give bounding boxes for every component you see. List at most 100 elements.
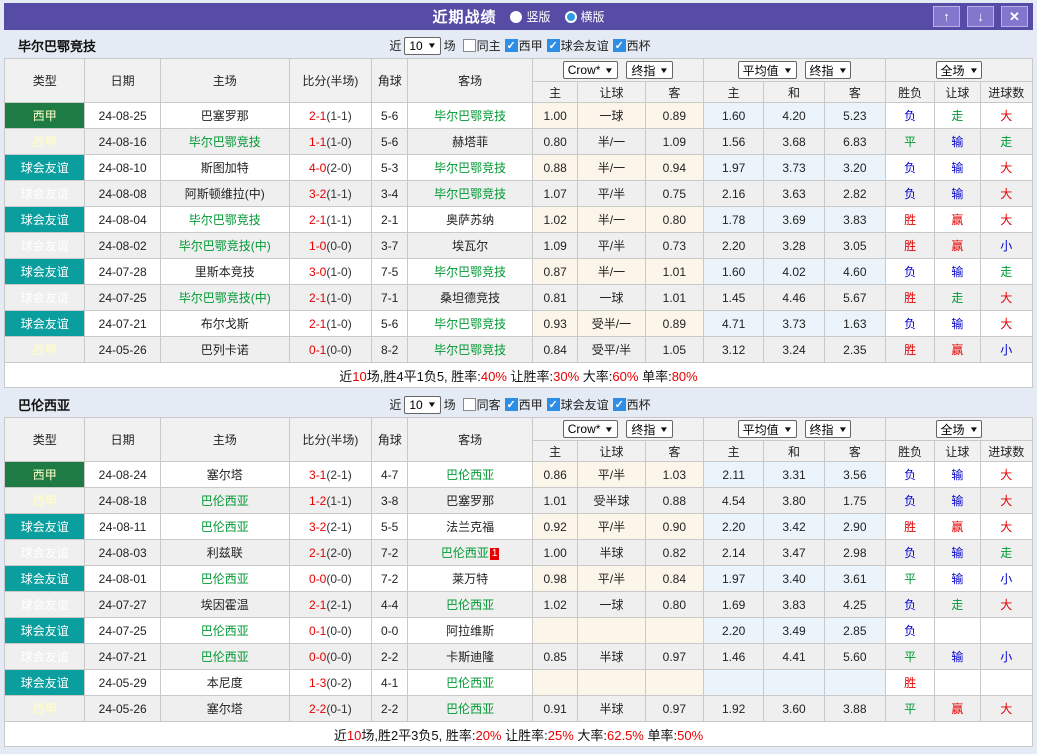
away-team-name: 赫塔菲	[452, 135, 489, 149]
handicap-cell: 半/一	[577, 128, 646, 155]
away-team-cell: 毕尔巴鄂竞技	[407, 102, 534, 129]
home-team-cell: 巴伦西亚	[159, 617, 290, 644]
avg-home-cell: 1.97	[702, 565, 765, 592]
layout-radio-horizontal[interactable]: 横版	[564, 8, 605, 25]
score-cell: 3-1(2-1)	[288, 461, 373, 488]
near-label: 近	[389, 39, 402, 53]
chevron-down-icon: ▼	[968, 424, 979, 434]
section-team-name: 毕尔巴鄂竞技	[18, 39, 97, 54]
header-select-group-2: 全场 ▼	[885, 58, 1033, 82]
home-team-cell: 毕尔巴鄂竞技	[159, 206, 290, 233]
checkbox-unchecked-icon[interactable]	[462, 39, 476, 52]
company-select[interactable]: Crow* ▼	[562, 61, 619, 79]
company-select[interactable]: Crow* ▼	[562, 420, 619, 438]
date-cell: 24-07-28	[84, 258, 161, 285]
home-team-cell: 塞尔塔	[159, 461, 290, 488]
checkbox-unchecked-icon[interactable]	[462, 398, 476, 411]
avg-away-cell: 2.90	[823, 513, 887, 540]
odds-away-cell: 0.75	[644, 180, 704, 207]
avg-draw-cell: 4.02	[763, 258, 825, 285]
half-time-score: (2-1)	[326, 519, 352, 534]
chevron-down-icon: ▼	[782, 424, 793, 434]
goals-result-cell: 大	[979, 461, 1034, 488]
checkbox-checked-icon[interactable]: ✓	[546, 39, 560, 52]
header-select-group-0: Crow* ▼ 终指 ▼	[532, 58, 704, 82]
date-cell: 24-05-26	[84, 336, 161, 363]
scope-select[interactable]: 全场 ▼	[935, 420, 983, 438]
handicap-cell: 受半球	[577, 487, 646, 514]
radio-selected-icon[interactable]	[510, 10, 523, 23]
corner-cell: 5-6	[371, 310, 409, 337]
away-team-name: 卡斯迪隆	[446, 650, 495, 664]
section-team-name: 巴伦西亚	[18, 398, 71, 413]
home-team-cell: 巴列卡诺	[159, 336, 290, 363]
summary-text: 62.5%	[607, 727, 644, 743]
handicap-result-cell: 走	[934, 102, 981, 129]
result-cell: 胜	[885, 284, 936, 311]
checkbox-checked-icon[interactable]: ✓	[504, 39, 518, 52]
column-header-2: 主场	[159, 58, 290, 103]
filter-checkbox-1[interactable]: ✓ 西甲	[504, 396, 543, 413]
filter-checkbox-2[interactable]: ✓ 球会友谊	[546, 396, 609, 413]
avg-away-cell: 2.85	[823, 617, 887, 644]
handicap-result-cell: 赢	[934, 695, 981, 722]
close-button[interactable]: ✕	[1001, 6, 1028, 27]
radio-unselected-icon[interactable]	[564, 10, 577, 23]
corner-cell: 3-8	[371, 487, 409, 514]
home-team-name: 巴伦西亚	[200, 572, 249, 586]
final-odds-select[interactable]: 终指 ▼	[626, 420, 674, 438]
move-down-button[interactable]: ↓	[967, 6, 994, 27]
avg-draw-cell: 3.28	[763, 232, 825, 259]
match-type-cell: 球会友谊	[3, 258, 86, 285]
home-team-name: 巴伦西亚	[200, 624, 249, 638]
filter-checkbox-3[interactable]: ✓ 西杯	[612, 37, 651, 54]
away-team-name: 巴伦西亚	[446, 598, 495, 612]
filter-checkbox-0[interactable]: 同主	[462, 37, 501, 54]
final-average-select[interactable]: 终指 ▼	[804, 61, 852, 79]
checkbox-checked-icon[interactable]: ✓	[612, 398, 626, 411]
chevron-down-icon: ▼	[837, 424, 848, 434]
home-team-cell: 塞尔塔	[159, 695, 290, 722]
goals-result-cell: 大	[979, 695, 1034, 722]
subheader-0-1: 让球	[577, 81, 646, 103]
odds-home-cell: 0.93	[532, 310, 579, 337]
match-type-cell: 球会友谊	[3, 310, 86, 337]
filter-checkbox-3[interactable]: ✓ 西杯	[612, 396, 651, 413]
layout-radio-vertical[interactable]: 竖版	[510, 8, 551, 25]
average-select[interactable]: 平均值 ▼	[737, 420, 797, 438]
summary-text: 25%	[547, 727, 574, 743]
final-average-select[interactable]: 终指 ▼	[804, 420, 852, 438]
final-odds-select[interactable]: 终指 ▼	[626, 61, 674, 79]
match-type-cell: 球会友谊	[3, 180, 86, 207]
avg-draw-cell: 3.47	[763, 539, 825, 566]
odds-away-cell: 1.09	[644, 128, 704, 155]
result-cell: 平	[885, 643, 936, 670]
odds-home-cell: 0.98	[532, 565, 579, 592]
half-time-score: (1-1)	[326, 186, 352, 201]
filter-checkbox-2[interactable]: ✓ 球会友谊	[546, 37, 609, 54]
handicap-cell	[577, 669, 646, 696]
match-type-cell: 球会友谊	[3, 565, 86, 592]
avg-home-cell	[702, 669, 765, 696]
move-up-button[interactable]: ↑	[933, 6, 960, 27]
corner-cell: 2-2	[371, 643, 409, 670]
column-header-2: 主场	[159, 417, 290, 462]
match-count-select[interactable]: 10 ▼	[404, 395, 441, 414]
match-row: 西甲 24-05-26 巴列卡诺 0-1(0-0) 8-2 毕尔巴鄂竞技 0.84 受平/半 1…	[3, 336, 1034, 363]
chevron-down-icon: ▼	[604, 424, 615, 434]
filter-checkbox-1[interactable]: ✓ 西甲	[504, 37, 543, 54]
average-select[interactable]: 平均值 ▼	[737, 61, 797, 79]
odds-away-cell: 1.01	[644, 284, 704, 311]
checkbox-checked-icon[interactable]: ✓	[612, 39, 626, 52]
away-team-name: 桑坦德竞技	[440, 291, 501, 305]
result-cell: 负	[885, 180, 936, 207]
checkbox-checked-icon[interactable]: ✓	[546, 398, 560, 411]
match-count-select[interactable]: 10 ▼	[404, 36, 441, 55]
scope-select[interactable]: 全场 ▼	[935, 61, 983, 79]
filter-checkbox-0[interactable]: 同客	[462, 396, 501, 413]
goals-result-cell: 大	[979, 206, 1034, 233]
date-cell: 24-08-03	[84, 539, 161, 566]
checkbox-checked-icon[interactable]: ✓	[504, 398, 518, 411]
home-team-cell: 斯图加特	[159, 154, 290, 181]
summary-text: 20%	[475, 727, 502, 743]
